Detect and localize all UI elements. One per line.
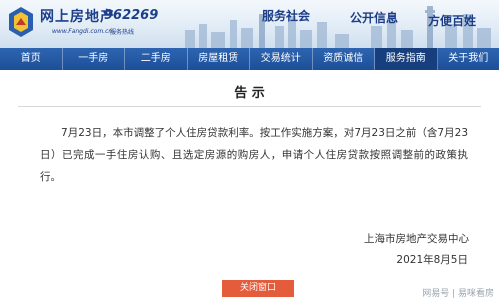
hotline-number: 962269	[104, 8, 159, 23]
notice-signer: 上海市房地产交易中心	[364, 233, 469, 245]
notice-body: 7月23日，本市调整了个人住房贷款利率。按工作实施方案，对7月23日之前（含7月…	[40, 127, 468, 183]
nav-item-credentials[interactable]: 资质诚信	[313, 48, 375, 70]
top-link-public-info[interactable]: 公开信息	[350, 9, 398, 26]
nav-item-rental[interactable]: 房屋租赁	[188, 48, 250, 70]
notice-date: 2021年8月5日	[396, 254, 468, 266]
hotline-label: 服务热线	[110, 29, 135, 36]
close-window-button[interactable]: 关闭窗口	[222, 280, 294, 297]
logo-icon	[9, 7, 33, 37]
site-header: 网上房地产 www.Fangdi.com.cn 962269 服务热线 服务社会…	[0, 0, 499, 48]
top-link-service-society[interactable]: 服务社会	[262, 7, 310, 24]
watermark: 网易号 | 易咪看房	[422, 289, 494, 299]
nav-item-home[interactable]: 首页	[0, 48, 63, 70]
nav-item-statistics[interactable]: 交易统计	[250, 48, 313, 70]
logo-url: www.Fangdi.com.cn	[52, 28, 113, 35]
nav-item-new-homes[interactable]: 一手房	[63, 48, 125, 70]
nav-item-resale[interactable]: 二手房	[125, 48, 188, 70]
title-divider	[18, 106, 481, 107]
notice-title: 告 示	[234, 86, 265, 101]
main-nav: 首页 一手房 二手房 房屋租赁 交易统计 资质诚信 服务指南 关于我们	[0, 48, 499, 70]
top-link-convenience[interactable]: 方便百姓	[428, 12, 476, 29]
nav-item-about-us[interactable]: 关于我们	[438, 48, 499, 70]
nav-item-service-guide[interactable]: 服务指南	[375, 48, 438, 70]
